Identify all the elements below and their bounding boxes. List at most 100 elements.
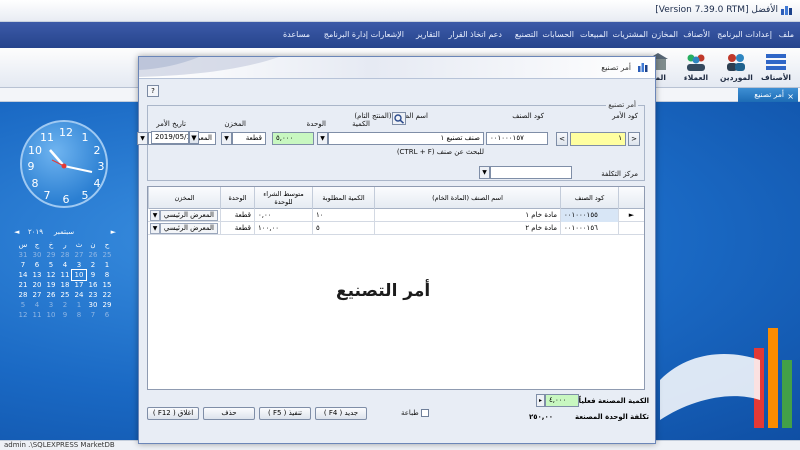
dialog-titlebar[interactable]: أمر تصنيع [139,57,655,79]
cell-unit[interactable]: قطعة [220,222,254,235]
unit-select[interactable]: قطعة [232,132,266,145]
cell-item-name[interactable]: مادة خام ٢ [374,222,560,235]
item-name-dropdown[interactable]: ▼ [317,132,328,145]
calendar-day[interactable]: 2 [58,300,72,310]
calendar-day[interactable]: 20 [30,280,44,290]
calendar-day[interactable]: 3 [72,260,86,270]
calendar-day[interactable]: 29 [100,300,114,310]
calendar-day[interactable]: 15 [100,280,114,290]
calendar-day[interactable]: 6 [30,260,44,270]
menu-settings[interactable]: إعدادات البرنامج [717,30,772,39]
qty-input[interactable]: ٥,٠٠٠ [272,132,314,145]
cell-required-qty[interactable]: ١٠ [312,209,374,222]
col-store[interactable]: المخزن [148,187,220,209]
date-calendar-button[interactable]: ▼ [189,131,199,144]
calendar-day[interactable]: 31 [16,250,30,260]
cell-item-code[interactable]: ٠٠١٠٠٠١٥٦ [560,222,618,235]
calendar-day[interactable]: 1 [100,260,114,270]
calendar-day[interactable]: 24 [72,290,86,300]
menu-decision[interactable]: دعم اتخاذ القرار [448,30,502,39]
calendar-day[interactable]: 30 [30,250,44,260]
calendar-day[interactable]: 3 [44,300,58,310]
calendar-day[interactable]: 30 [86,300,100,310]
help-button[interactable]: ? [147,85,159,97]
calendar-day[interactable]: 11 [30,310,44,320]
calendar-day[interactable]: 5 [44,260,58,270]
menu-notifications[interactable]: الإشعارات [371,30,404,39]
menu-admin[interactable]: إدارة البرنامج [324,30,368,39]
cell-required-qty[interactable]: ٥ [312,222,374,235]
close-button[interactable]: اغلاق ( F12 ) [147,407,199,420]
unit-dropdown[interactable]: ▼ [221,132,232,145]
calendar-day[interactable]: 21 [16,280,30,290]
ribbon-customers-button[interactable]: العملاء [680,52,712,86]
calendar-day[interactable]: 1 [72,300,86,310]
execute-button[interactable]: تنفيذ ( F5 ) [259,407,311,420]
menu-help[interactable]: مساعدة [283,30,310,39]
actual-qty-input[interactable]: ٤,٠٠٠ [545,394,579,407]
menu-items[interactable]: الأصناف [683,30,710,39]
calendar-next-icon[interactable]: ◄ [14,228,19,236]
calendar-day[interactable]: 8 [100,270,114,280]
calendar-day[interactable]: 16 [86,280,100,290]
calendar-day[interactable]: 12 [16,310,30,320]
order-code-input[interactable]: ١ [570,132,626,146]
calendar-day[interactable]: 25 [58,290,72,300]
calendar-day[interactable]: 26 [44,290,58,300]
menu-accounts[interactable]: الحسابات [542,30,574,39]
col-required-qty[interactable]: الكمية المطلوبة [312,187,374,209]
cell-store-dropdown[interactable]: ▼ [150,210,160,221]
calendar-day[interactable]: 27 [30,290,44,300]
print-checkbox[interactable] [421,409,429,417]
cell-avg-cost[interactable]: ١٠٠,٠٠ [254,222,312,235]
tab-manufacturing-order[interactable]: أمر تصنيع × [738,88,798,102]
calendar-day[interactable]: 4 [30,300,44,310]
calendar-day[interactable]: 6 [100,310,114,320]
calendar-day[interactable]: 8 [72,310,86,320]
calendar-prev-icon[interactable]: ► [111,228,116,236]
calendar-day[interactable]: 29 [44,250,58,260]
calendar-day[interactable]: 10 [44,310,58,320]
menu-stores[interactable]: المخازن [651,30,678,39]
cell-store-dropdown[interactable]: ▼ [150,223,160,234]
item-name-input[interactable]: صنف تصنيع ١ [328,132,484,145]
item-search-button[interactable] [392,112,406,125]
calendar-day[interactable]: 19 [44,280,58,290]
calendar-day[interactable]: 25 [100,250,114,260]
date-input[interactable]: 2019/05/13 [151,131,189,144]
ribbon-items-button[interactable]: الأصناف [760,52,792,86]
delete-button[interactable]: حذف [203,407,255,420]
cell-avg-cost[interactable]: ٠,٠٠ [254,209,312,222]
cell-item-name[interactable]: مادة خام ١ [374,209,560,222]
cell-item-code[interactable]: ٠٠١٠٠٠١٥٥ [560,209,618,222]
calendar-day[interactable]: 11 [58,270,72,280]
calendar-day[interactable]: 13 [30,270,44,280]
calendar-day[interactable]: 9 [58,310,72,320]
store-dropdown[interactable]: ▼ [137,132,148,145]
table-row[interactable]: ٠٠١٠٠٠١٥٦ مادة خام ٢ ٥ ١٠٠,٠٠ قطعة المعر… [148,222,644,235]
cost-center-select[interactable] [490,166,572,179]
calendar-day[interactable]: 10 [71,269,87,281]
item-code-input[interactable]: ٠٠١٠٠٠١٥٧ [486,132,548,145]
col-avg-cost[interactable]: متوسط الشراء للوحدة [254,187,312,209]
calendar-day[interactable]: 2 [86,260,100,270]
order-prev-button[interactable]: < [556,132,568,146]
calendar-day[interactable]: 7 [16,260,30,270]
cell-store-select[interactable]: المعرض الرئيسي [160,210,218,221]
cell-unit[interactable]: قطعة [220,209,254,222]
col-item-code[interactable]: كود الصنف [560,187,618,209]
col-item-name[interactable]: اسم الصنف (المادة الخام) [374,187,560,209]
calendar-day[interactable]: 12 [44,270,58,280]
calendar-day[interactable]: 5 [16,300,30,310]
calendar-day[interactable]: 9 [86,270,100,280]
actual-qty-spin[interactable]: ▸ [536,394,545,407]
calendar-day[interactable]: 28 [58,250,72,260]
calendar-day[interactable]: 4 [58,260,72,270]
col-unit[interactable]: الوحدة [220,187,254,209]
calendar-day[interactable]: 7 [86,310,100,320]
calendar-day[interactable]: 23 [86,290,100,300]
calendar-day[interactable]: 27 [72,250,86,260]
calendar-day[interactable]: 18 [58,280,72,290]
calendar-day[interactable]: 22 [100,290,114,300]
order-next-button[interactable]: > [628,132,640,146]
